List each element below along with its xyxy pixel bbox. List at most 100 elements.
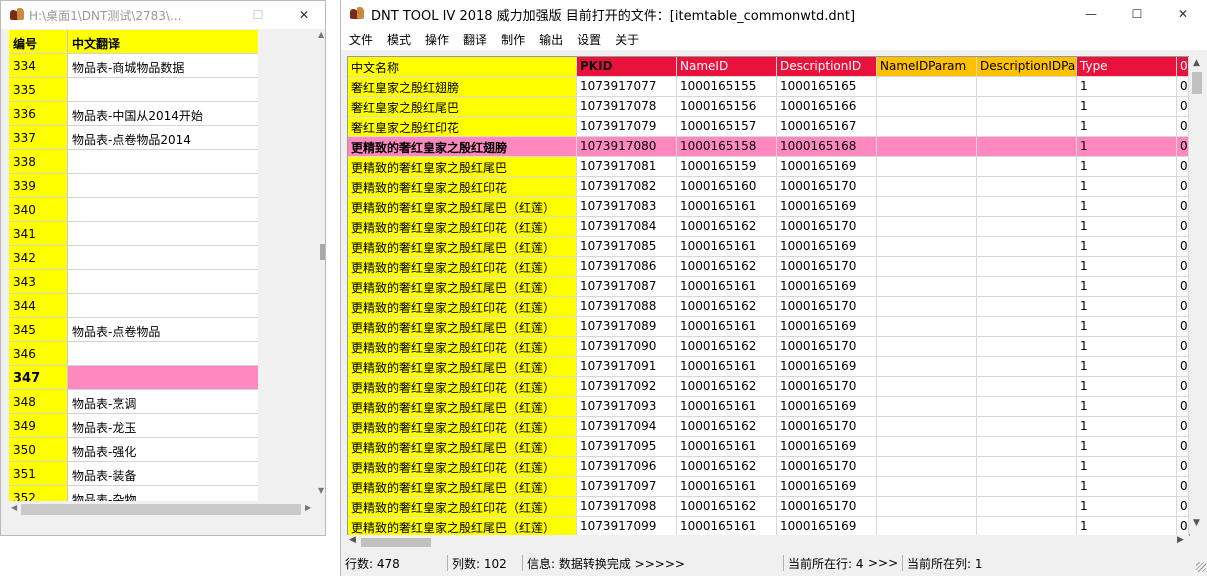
grid-cell[interactable]: [877, 97, 977, 116]
grid-cell[interactable]: 1000165167: [777, 117, 877, 136]
row-translation[interactable]: 物品表-龙玉: [68, 414, 258, 437]
grid-cell[interactable]: 1000165161: [677, 237, 777, 256]
grid-cell[interactable]: 1073917081: [577, 157, 677, 176]
grid-cell[interactable]: 更精致的奢红皇家之殷红印花（红莲）: [348, 337, 577, 356]
grid-cell[interactable]: 1073917090: [577, 337, 677, 356]
grid-cell[interactable]: 1073917085: [577, 237, 677, 256]
grid-cell[interactable]: 0: [1177, 317, 1189, 336]
grid-cell[interactable]: [977, 357, 1077, 376]
grid-cell[interactable]: 更精致的奢红皇家之殷红印花（红莲）: [348, 297, 577, 316]
menu-item[interactable]: 文件: [349, 31, 373, 48]
column-header[interactable]: 0: [1177, 57, 1189, 76]
menu-item[interactable]: 模式: [387, 31, 411, 48]
grid-cell[interactable]: 1000165162: [677, 457, 777, 476]
grid-cell[interactable]: 更精致的奢红皇家之殷红尾巴（红莲）: [348, 277, 577, 296]
row-translation[interactable]: [68, 246, 258, 269]
grid-cell[interactable]: [877, 157, 977, 176]
grid-cell[interactable]: 0: [1177, 377, 1189, 396]
maximize-icon[interactable]: ☐: [1114, 0, 1160, 28]
grid-row[interactable]: 奢红皇家之殷红翅膀 1073917077 1000165155 1000165165 1…: [348, 77, 1189, 97]
grid-cell[interactable]: 1000165170: [777, 337, 877, 356]
row-translation[interactable]: [68, 294, 258, 317]
grid-cell[interactable]: 0: [1177, 297, 1189, 316]
grid-cell[interactable]: 1000165169: [777, 397, 877, 416]
grid-cell[interactable]: 1: [1077, 217, 1177, 236]
grid-cell[interactable]: [877, 457, 977, 476]
grid-cell[interactable]: 更精致的奢红皇家之殷红尾巴（红莲）: [348, 397, 577, 416]
grid-cell[interactable]: 1073917083: [577, 197, 677, 216]
grid-cell[interactable]: 1000165170: [777, 177, 877, 196]
grid-cell[interactable]: [977, 377, 1077, 396]
grid-cell[interactable]: 1073917095: [577, 437, 677, 456]
grid-cell[interactable]: 1000165161: [677, 197, 777, 216]
grid-cell[interactable]: [977, 117, 1077, 136]
grid-cell[interactable]: [877, 257, 977, 276]
grid-cell[interactable]: 奢红皇家之殷红翅膀: [348, 77, 577, 96]
grid-cell[interactable]: 1000165162: [677, 497, 777, 516]
grid-cell[interactable]: 1000165155: [677, 77, 777, 96]
grid-cell[interactable]: 1073917098: [577, 497, 677, 516]
grid-cell[interactable]: 1000165169: [777, 277, 877, 296]
scroll-left-icon[interactable]: ◀: [11, 503, 17, 512]
vertical-scrollbar[interactable]: ▲ ▼: [317, 30, 325, 496]
grid-cell[interactable]: 1000165170: [777, 217, 877, 236]
grid-cell[interactable]: 1000165161: [677, 317, 777, 336]
grid-cell[interactable]: [877, 237, 977, 256]
grid-cell[interactable]: 1: [1077, 97, 1177, 116]
grid-cell[interactable]: 1073917087: [577, 277, 677, 296]
grid-cell[interactable]: [877, 397, 977, 416]
row-translation[interactable]: [68, 174, 258, 197]
table-row[interactable]: 351 物品表-装备: [9, 462, 258, 486]
grid-cell[interactable]: 更精致的奢红皇家之殷红尾巴（红莲）: [348, 317, 577, 336]
grid-cell[interactable]: 1: [1077, 457, 1177, 476]
row-translation[interactable]: 物品表-点卷物品: [68, 318, 258, 341]
column-header-number[interactable]: 编号: [9, 30, 68, 53]
grid-cell[interactable]: [977, 317, 1077, 336]
row-translation[interactable]: [68, 150, 258, 173]
grid-cell[interactable]: [877, 357, 977, 376]
row-translation[interactable]: 物品表-强化: [68, 438, 258, 461]
table-row[interactable]: 342: [9, 246, 258, 270]
minimize-icon[interactable]: —: [1068, 0, 1114, 28]
grid-cell[interactable]: 0: [1177, 517, 1189, 535]
grid-cell[interactable]: 0: [1177, 497, 1189, 516]
grid-cell[interactable]: [877, 137, 977, 156]
table-row[interactable]: 335: [9, 78, 258, 102]
grid-cell[interactable]: 奢红皇家之殷红印花: [348, 117, 577, 136]
table-row[interactable]: 341: [9, 222, 258, 246]
grid-cell[interactable]: [977, 137, 1077, 156]
grid-cell[interactable]: 1000165170: [777, 417, 877, 436]
grid-cell[interactable]: 1000165162: [677, 257, 777, 276]
grid-cell[interactable]: 0: [1177, 337, 1189, 356]
scroll-thumb[interactable]: [320, 244, 325, 260]
grid-cell[interactable]: 更精致的奢红皇家之殷红印花（红莲）: [348, 417, 577, 436]
menu-item[interactable]: 设置: [577, 31, 601, 48]
grid-cell[interactable]: 0: [1177, 77, 1189, 96]
column-header[interactable]: Type: [1077, 57, 1177, 76]
table-row[interactable]: 336 物品表-中国从2014开始: [9, 102, 258, 126]
grid-cell[interactable]: [977, 277, 1077, 296]
grid-cell[interactable]: 1000165169: [777, 517, 877, 535]
row-translation[interactable]: 物品表-装备: [68, 462, 258, 485]
grid-cell[interactable]: 更精致的奢红皇家之殷红印花: [348, 177, 577, 196]
grid-cell[interactable]: 1000165170: [777, 497, 877, 516]
grid-cell[interactable]: 1000165158: [677, 137, 777, 156]
grid-cell[interactable]: 1: [1077, 157, 1177, 176]
grid-row[interactable]: 更精致的奢红皇家之殷红翅膀 1073917080 1000165158 1000165…: [348, 137, 1189, 157]
table-row[interactable]: 339: [9, 174, 258, 198]
grid-cell[interactable]: 1: [1077, 437, 1177, 456]
grid-row[interactable]: 更精致的奢红皇家之殷红尾巴（红莲） 1073917087 1000165161 100…: [348, 277, 1189, 297]
grid-cell[interactable]: 1000165162: [677, 337, 777, 356]
grid-cell[interactable]: 1000165169: [777, 477, 877, 496]
grid-cell[interactable]: 1000165169: [777, 197, 877, 216]
grid-row[interactable]: 更精致的奢红皇家之殷红尾巴（红莲） 1073917083 1000165161 100…: [348, 197, 1189, 217]
column-header[interactable]: NameID: [677, 57, 777, 76]
grid-row[interactable]: 更精致的奢红皇家之殷红印花（红莲） 1073917084 1000165162 100…: [348, 217, 1189, 237]
table-row[interactable]: 338: [9, 150, 258, 174]
grid-row[interactable]: 更精致的奢红皇家之殷红尾巴（红莲） 1073917091 1000165161 100…: [348, 357, 1189, 377]
grid-cell[interactable]: 1: [1077, 357, 1177, 376]
grid-cell[interactable]: [877, 77, 977, 96]
grid-cell[interactable]: 1000165161: [677, 357, 777, 376]
grid-row[interactable]: 更精致的奢红皇家之殷红尾巴（红莲） 1073917089 1000165161 100…: [348, 317, 1189, 337]
grid-cell[interactable]: 1: [1077, 297, 1177, 316]
